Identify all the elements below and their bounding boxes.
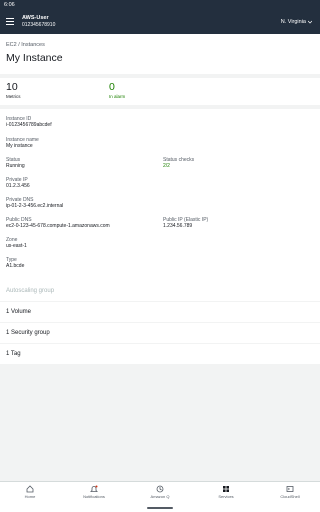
services-grid-icon	[223, 486, 229, 492]
chevron-down-icon[interactable]	[308, 20, 312, 24]
field-public-dns: Public DNS ec2-0-123-45-678.compute-1.am…	[6, 217, 110, 229]
field-value: A1.bcde	[6, 263, 25, 269]
field-private-dns: Private DNS ip-01-2-3-456.ec2.internal	[6, 197, 63, 209]
nav-home-label: Home	[24, 494, 36, 499]
field-value: ip-01-2-3-456.ec2.internal	[6, 203, 64, 209]
top-bar: AWS-User 012345678910 N. Virginia	[0, 10, 320, 34]
field-status: Status Running	[6, 157, 25, 169]
region-selector[interactable]: N. Virginia	[281, 19, 306, 25]
nav-services-label: Services	[218, 494, 234, 499]
status-bar: 6:06	[0, 0, 320, 10]
field-value: 01.2.3.456	[6, 183, 30, 189]
autoscaling-group-row: Autoscaling group	[0, 281, 320, 301]
field-public-ip: Public IP (Elastic IP) 1.234.56.789	[163, 217, 208, 229]
menu-icon[interactable]	[6, 18, 14, 26]
breadcrumb[interactable]: EC2 / Instances	[6, 42, 45, 48]
system-home-indicator[interactable]	[147, 507, 173, 509]
account-id: 012345678910	[22, 22, 56, 28]
amazon-q-icon	[156, 485, 164, 493]
field-value: ec2-0-123-45-678.compute-1.amazonaws.com	[6, 223, 110, 229]
field-value: My instance	[6, 143, 33, 149]
status-time: 6:06	[4, 2, 15, 8]
nav-services[interactable]: Services	[196, 485, 256, 499]
field-status-checks: Status checks 2/2	[163, 157, 194, 169]
nav-amazon-q[interactable]: Amazon Q	[130, 485, 190, 499]
cloudshell-icon	[286, 486, 294, 492]
nav-notifications[interactable]: Notifications	[64, 485, 124, 499]
home-icon	[26, 485, 34, 493]
metrics-card[interactable]: 10 Metrics 0 In alarm	[0, 78, 320, 105]
field-value: i-0123456789abcdef	[6, 122, 52, 128]
in-alarm-count[interactable]: 0 In alarm	[109, 81, 125, 100]
field-instance-id: Instance ID i-0123456789abcdef	[6, 116, 52, 128]
tag-row[interactable]: 1 Tag	[0, 344, 320, 364]
field-value: 2/2	[163, 163, 170, 169]
volume-row[interactable]: 1 Volume	[0, 302, 320, 322]
field-instance-name: Instance name My instance	[6, 137, 39, 149]
nav-cloudshell[interactable]: CloudShell	[260, 485, 320, 499]
instance-details: Instance ID i-0123456789abcdef Instance …	[0, 109, 320, 282]
field-type: Type A1.bcde	[6, 257, 24, 269]
field-value: 1.234.56.789	[163, 223, 193, 229]
user-name[interactable]: AWS-User	[22, 15, 49, 21]
nav-cloudshell-label: CloudShell	[280, 494, 300, 499]
page-title: My Instance	[6, 52, 63, 64]
nav-amazon-q-label: Amazon Q	[150, 494, 170, 499]
security-group-row[interactable]: 1 Security group	[0, 323, 320, 343]
field-private-ip: Private IP 01.2.3.456	[6, 177, 30, 189]
metrics-value: 10	[6, 81, 18, 93]
metrics-label: Metrics	[6, 94, 21, 99]
field-value: us-east-1	[6, 243, 27, 249]
in-alarm-value: 0	[109, 81, 115, 93]
field-zone: Zone us-east-1	[6, 237, 27, 249]
nav-notifications-label: Notifications	[83, 494, 105, 499]
nav-home[interactable]: Home	[0, 485, 60, 499]
page-header: EC2 / Instances My Instance	[0, 34, 320, 74]
metrics-count[interactable]: 10 Metrics	[6, 81, 21, 100]
in-alarm-label: In alarm	[109, 94, 126, 99]
notifications-icon	[90, 485, 98, 492]
field-value: Running	[6, 163, 25, 169]
